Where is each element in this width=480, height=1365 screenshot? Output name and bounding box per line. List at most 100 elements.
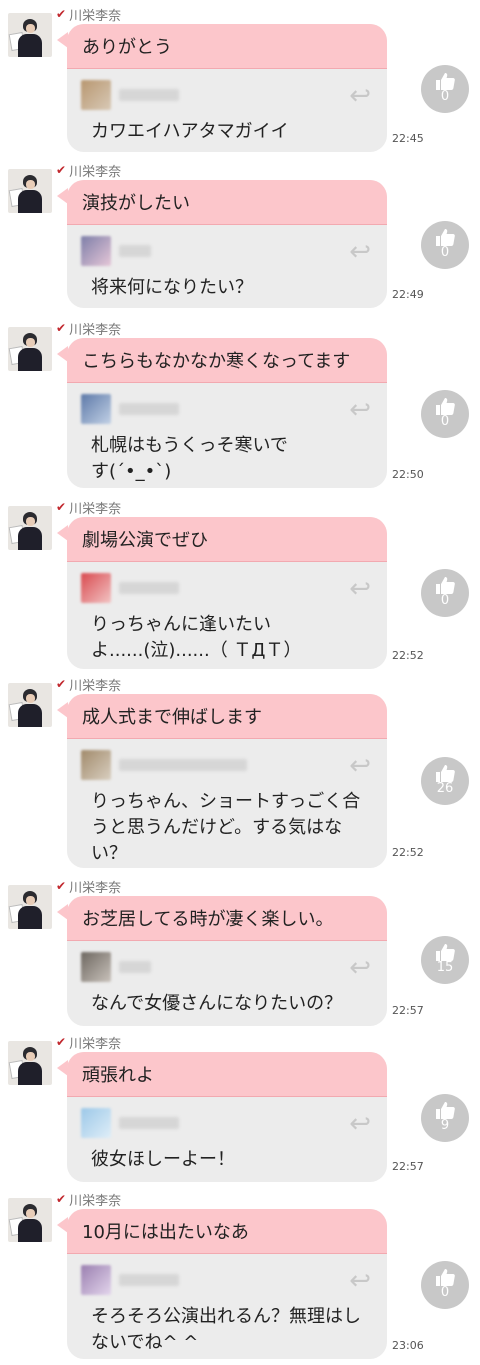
check-icon: ✔ — [56, 879, 67, 893]
check-icon: ✔ — [56, 1035, 67, 1049]
quoted-username — [119, 403, 179, 415]
sender-row: ✔ 川栄李奈 — [56, 161, 122, 180]
thumbs-up-icon — [434, 942, 456, 961]
reply-icon[interactable]: ↩ — [349, 83, 371, 109]
thumbs-up-icon — [434, 396, 456, 415]
sender-name: 川栄李奈 — [69, 501, 122, 517]
reply-icon[interactable]: ↩ — [349, 1268, 371, 1294]
quoted-username — [119, 245, 151, 257]
post-text: 頑張れよ — [67, 1052, 387, 1097]
post-text: 劇場公演でぜひ — [67, 517, 387, 562]
like-count: 9 — [440, 1118, 450, 1133]
sender-row: ✔ 川栄李奈 — [56, 1033, 122, 1052]
post-text: 10月には出たいなあ — [67, 1209, 387, 1254]
check-icon: ✔ — [56, 163, 67, 177]
reply-icon[interactable]: ↩ — [349, 1111, 371, 1137]
like-button[interactable]: 0 — [421, 569, 469, 617]
quoted-text: 札幌はもうくっそ寒いです(´•_•`) — [91, 435, 288, 482]
like-button[interactable]: 0 — [421, 390, 469, 438]
post-text: 演技がしたい — [67, 180, 387, 225]
avatar[interactable] — [8, 885, 52, 929]
reply-icon[interactable]: ↩ — [349, 955, 371, 981]
quoted-reply[interactable]: ↩ なんで女優さんになりたいの？ — [67, 941, 387, 1026]
quoted-avatar — [81, 952, 111, 982]
quoted-username — [119, 89, 179, 101]
like-button[interactable]: 26 — [421, 757, 469, 805]
quoted-reply[interactable]: ↩ 将来何になりたい？ — [67, 225, 387, 308]
like-button[interactable]: 15 — [421, 936, 469, 984]
avatar[interactable] — [8, 506, 52, 550]
quoted-text: なんで女優さんになりたいの？ — [91, 993, 343, 1014]
avatar[interactable] — [8, 327, 52, 371]
message-bubble: 演技がしたい ↩ 将来何になりたい？ — [67, 180, 387, 308]
check-icon: ✔ — [56, 500, 67, 514]
quoted-reply[interactable]: ↩ りっちゃんに逢いたいよ......(泣)......（ ＴДＴ） — [67, 562, 387, 669]
check-icon: ✔ — [56, 1192, 67, 1206]
quoted-avatar — [81, 80, 111, 110]
quoted-username — [119, 759, 247, 771]
quoted-reply[interactable]: ↩ そろそろ公演出れるん？無理はしないでね^ ^ — [67, 1254, 387, 1359]
thumbs-up-icon — [434, 1100, 456, 1119]
timestamp: 22:49 — [392, 288, 424, 301]
check-icon: ✔ — [56, 7, 67, 21]
like-count: 0 — [440, 414, 450, 429]
sender-row: ✔ 川栄李奈 — [56, 877, 121, 896]
avatar[interactable] — [8, 13, 52, 57]
post-text: お芝居してる時が凄く楽しい。 — [67, 896, 387, 941]
sender-row: ✔ 川栄李奈 — [56, 498, 122, 517]
sender-name: 川栄李奈 — [69, 164, 122, 180]
quoted-reply[interactable]: ↩ 彼女ほしーよー！ — [67, 1097, 387, 1182]
message-bubble: 頑張れよ ↩ 彼女ほしーよー！ — [67, 1052, 387, 1182]
message-bubble: お芝居してる時が凄く楽しい。 ↩ なんで女優さんになりたいの？ — [67, 896, 387, 1026]
like-button[interactable]: 0 — [421, 221, 469, 269]
timestamp: 22:50 — [392, 468, 424, 481]
sender-name: 川栄李奈 — [69, 322, 122, 338]
message-bubble: こちらもなかなか寒くなってます ↩ 札幌はもうくっそ寒いです(´•_•`) — [67, 338, 387, 488]
sender-name: 川栄李奈 — [69, 1193, 122, 1209]
sender-name: 川栄李奈 — [69, 8, 122, 24]
message-bubble: 成人式まで伸ばします ↩ りっちゃん、ショートすっごく合うと思うんだけど。する気… — [67, 694, 387, 868]
avatar[interactable] — [8, 1198, 52, 1242]
like-button[interactable]: 0 — [421, 65, 469, 113]
timestamp: 22:52 — [392, 846, 424, 859]
thumbs-up-icon — [434, 1267, 456, 1286]
sender-row: ✔ 川栄李奈 — [56, 319, 122, 338]
like-count: 0 — [440, 1285, 450, 1300]
reply-icon[interactable]: ↩ — [349, 753, 371, 779]
avatar[interactable] — [8, 1041, 52, 1085]
message-bubble: 劇場公演でぜひ ↩ りっちゃんに逢いたいよ......(泣)......（ ＴД… — [67, 517, 387, 669]
reply-icon[interactable]: ↩ — [349, 397, 371, 423]
post-text: 成人式まで伸ばします — [67, 694, 387, 739]
quoted-text: 彼女ほしーよー！ — [91, 1149, 235, 1170]
quoted-reply[interactable]: ↩ りっちゃん、ショートすっごく合うと思うんだけど。する気はない？ — [67, 739, 387, 868]
quoted-avatar — [81, 750, 111, 780]
avatar[interactable] — [8, 683, 52, 727]
sender-name: 川栄李奈 — [69, 1036, 122, 1052]
like-count: 0 — [440, 89, 450, 104]
timestamp: 23:06 — [392, 1339, 424, 1352]
quoted-username — [119, 961, 151, 973]
quoted-text: そろそろ公演出れるん？無理はしないでね^ ^ — [91, 1306, 361, 1353]
quoted-avatar — [81, 1108, 111, 1138]
like-button[interactable]: 9 — [421, 1094, 469, 1142]
avatar[interactable] — [8, 169, 52, 213]
sender-row: ✔ 川栄李奈 — [56, 5, 122, 24]
post-text: こちらもなかなか寒くなってます — [67, 338, 387, 383]
thumbs-up-icon — [434, 763, 456, 782]
quoted-username — [119, 1117, 179, 1129]
quoted-avatar — [81, 236, 111, 266]
quoted-text: りっちゃん、ショートすっごく合うと思うんだけど。する気はない？ — [91, 791, 361, 864]
post-text: ありがとう — [67, 24, 387, 69]
timestamp: 22:45 — [392, 132, 424, 145]
thumbs-up-icon — [434, 71, 456, 90]
like-button[interactable]: 0 — [421, 1261, 469, 1309]
thumbs-up-icon — [434, 227, 456, 246]
reply-icon[interactable]: ↩ — [349, 576, 371, 602]
quoted-reply[interactable]: ↩ 札幌はもうくっそ寒いです(´•_•`) — [67, 383, 387, 488]
reply-icon[interactable]: ↩ — [349, 239, 371, 265]
quoted-reply[interactable]: ↩ カワエイハアタマガイイ — [67, 69, 387, 152]
quoted-username — [119, 1274, 179, 1286]
thumbs-up-icon — [434, 575, 456, 594]
timestamp: 22:57 — [392, 1004, 424, 1017]
check-icon: ✔ — [56, 321, 67, 335]
